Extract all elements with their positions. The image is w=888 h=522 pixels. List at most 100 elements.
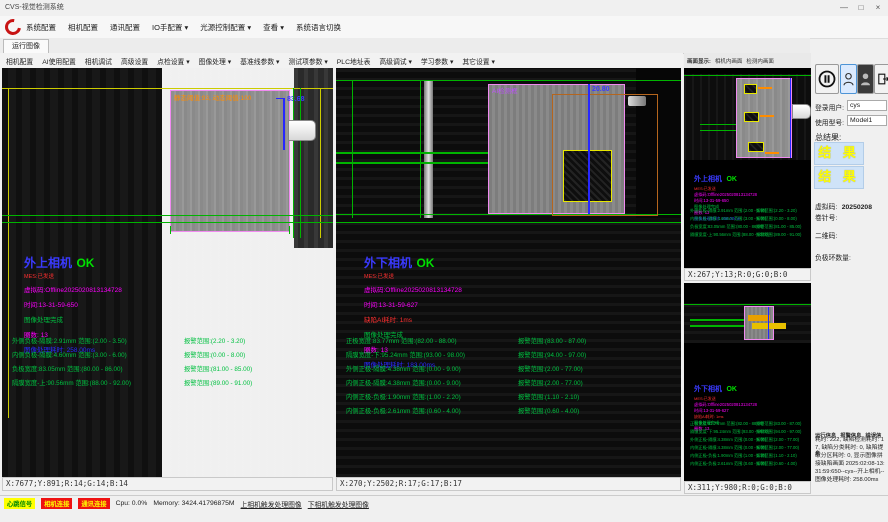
- maximize-icon[interactable]: □: [853, 0, 869, 16]
- measurement-alarm-range: 报警范围:(1.10 - 2.10): [518, 392, 579, 401]
- toolbar-item[interactable]: AI使用配置: [42, 56, 76, 66]
- camera-connection-badge: 相机连接: [41, 498, 72, 509]
- view-display-label: 画面显示:: [687, 57, 711, 65]
- lower-camera-trigger-link[interactable]: 下相机触发处理图像: [308, 499, 369, 509]
- lower-camera-pixel-status: X:270;Y:2502;R:17;G:17;B:17: [336, 477, 681, 491]
- model-select[interactable]: Model1: [847, 115, 887, 126]
- toolbar-item[interactable]: 高级设置: [121, 56, 148, 66]
- close-icon[interactable]: ×: [870, 0, 886, 16]
- upper-camera-view[interactable]: 静态阈值:93, 动态阈值:100 83.68 外上相机 OK MES:已发送 …: [2, 68, 333, 477]
- minimize-icon[interactable]: —: [836, 0, 852, 16]
- model-label: 使用型号:: [815, 117, 844, 127]
- gauge-line: [588, 84, 590, 214]
- ai-box-label: AI检测框: [492, 85, 518, 95]
- measurement-alarm-range: 报警范围:(81.00 - 85.00): [184, 364, 252, 373]
- menu-item[interactable]: 相机配置: [68, 22, 98, 33]
- measurement-alarm-range: 报警范围:(2.20 - 3.20): [756, 208, 797, 214]
- qr-code-label: 二维码:: [815, 230, 837, 240]
- tab-bar: 运行图像: [0, 38, 810, 54]
- defect-label-1: [748, 315, 770, 321]
- ring-count-label: 负极环数量:: [815, 252, 851, 262]
- upper-camera-pixel-status: X:7677;Y:891;R:14;G:14;B:14: [2, 477, 333, 491]
- lower-camera-view[interactable]: AI检测框 20.80 外下相机 OK MES:已发送 虚拟码:Offline2…: [336, 68, 681, 477]
- yellow-guide-line-left: [8, 88, 9, 418]
- measurement-alarm-range: 报警范围:(81.00 - 85.00): [756, 224, 801, 230]
- lower-camera-thumbnail[interactable]: 外下相机 OK MES:已发送 虚拟码:Offline2025020813134…: [684, 283, 811, 481]
- measurement-value: 正极宽度:83.77mm 范围:(82.00 - 88.00): [346, 336, 518, 345]
- upper-thumbnail-pixel-status: X:267;Y:13;R:0;G:0;B:0: [684, 268, 811, 281]
- menu-item[interactable]: 光源控制配置 ▾: [200, 22, 251, 33]
- measurement-value: 内侧正极-隔膜:4.38mm 范围:(0.00 - 9.00): [346, 378, 518, 387]
- toolbar-item[interactable]: 其它设置 ▾: [462, 56, 495, 66]
- electrode-region: [170, 90, 290, 232]
- camera-name: 外上相机: [694, 176, 722, 183]
- toolbar-item[interactable]: 相机调试: [85, 56, 112, 66]
- measurement-row: 外侧负极-隔膜:2.91mm 范围:(2.00 - 3.50) 报警范围:(2.…: [690, 208, 808, 214]
- gauge-line: [283, 98, 285, 150]
- menu-item[interactable]: 系统配置: [26, 22, 56, 33]
- green-line-2: [700, 130, 736, 131]
- measurement-alarm-range: 报警范围:(2.20 - 3.20): [184, 336, 245, 345]
- measurement-row: 隔膜宽度-上:90.56mm 范围:(88.00 - 92.00) 报警范围:(…: [12, 378, 327, 387]
- upper-camera-thumbnail[interactable]: 外上相机 OK MES:已发送 虚拟码:Offline2025020813134…: [684, 68, 811, 268]
- measurement-row: 隔膜宽度-下:95.24mm 范围:(93.00 - 98.00) 报警范围:(…: [346, 350, 681, 359]
- measurement-row: 内侧正极-负极:2.61mm 范围:(0.60 - 4.00) 报警范围:(0.…: [346, 406, 681, 415]
- reflection-spot: [628, 96, 646, 106]
- view-option-detect[interactable]: 检测内画面: [746, 57, 774, 65]
- measurement-value: 内侧负极-隔膜:4.60mm 范围:(3.00 - 6.00): [690, 216, 756, 222]
- measurement-row: 内侧正极-负极:2.61mm 范围:(0.60 - 4.00) 报警范围:(0.…: [690, 461, 808, 467]
- menu-item[interactable]: IO手配置 ▾: [152, 22, 188, 33]
- menu-item[interactable]: 查看 ▾: [263, 22, 284, 33]
- annotation-box-3: [748, 142, 764, 152]
- menu-item[interactable]: 系统语言切换: [296, 22, 341, 33]
- green-top-line: [684, 75, 811, 76]
- toolbar-item[interactable]: 测试项参数 ▾: [288, 56, 327, 66]
- operator-icon: [860, 72, 871, 86]
- toolbar-item[interactable]: 图像处理 ▾: [199, 56, 232, 66]
- menu-item[interactable]: 通讯配置: [110, 22, 140, 33]
- measurement-value: 外侧正极-隔膜:4.38mm 范围:(0.00 - 9.00): [690, 437, 756, 443]
- green-line-1: [690, 319, 744, 321]
- toolbar-item[interactable]: 高级调试 ▾: [379, 56, 412, 66]
- measurement-alarm-range: 报警范围:(0.00 - 8.00): [756, 216, 797, 222]
- user-login-button[interactable]: [840, 64, 857, 94]
- capture-time: 时间:13-31-59-650: [24, 299, 122, 309]
- toolbar-item[interactable]: PLC地址表: [337, 56, 371, 66]
- process-done: 图像处理完成: [24, 314, 122, 324]
- pause-button[interactable]: [815, 64, 839, 94]
- measurement-alarm-range: 报警范围:(0.60 - 4.00): [518, 406, 579, 415]
- measurement-row: 正极宽度:83.77mm 范围:(82.00 - 88.00) 报警范围:(83…: [690, 421, 808, 427]
- measurement-alarm-range: 报警范围:(83.00 - 87.00): [518, 336, 586, 345]
- toolbar-item[interactable]: 点检设置 ▾: [157, 56, 190, 66]
- measurement-value: 隔膜宽度-下:95.24mm 范围:(93.00 - 98.00): [346, 350, 518, 359]
- toolbar-item[interactable]: 基准线参数 ▾: [240, 56, 279, 66]
- annotation-mark-1: [758, 87, 772, 89]
- measurement-alarm-range: 报警范围:(94.00 - 97.00): [756, 429, 801, 435]
- toolbar-item[interactable]: 学习参数 ▾: [421, 56, 454, 66]
- annotation-mark-3: [765, 152, 779, 154]
- blue-edge-line: [790, 78, 791, 158]
- measurement-row: 外侧负极-隔膜:2.91mm 范围:(2.00 - 3.50) 报警范围:(2.…: [12, 336, 327, 345]
- log-message[interactable]: 耗时: 222, 缺陷检测耗时: 17, 缺陷分类耗时: 0, 缺陷提取分区耗时…: [815, 436, 887, 496]
- green-baseline-1: [2, 215, 333, 216]
- view-option-camera[interactable]: 相机内画面: [715, 57, 743, 65]
- virtual-code-value: 20250208: [842, 204, 872, 211]
- capture-time: 时间:13-31-59-627: [364, 299, 462, 309]
- measurement-value: 内侧正极-负极:1.90mm 范围:(1.00 - 2.20): [346, 392, 518, 401]
- login-user-field[interactable]: cys: [847, 100, 887, 111]
- camera-result-ok: OK: [76, 256, 94, 270]
- result-badge-upper: 结 果: [814, 142, 864, 165]
- tab-run-image[interactable]: 运行图像: [3, 39, 49, 54]
- camera-name: 外下相机: [694, 386, 722, 393]
- exit-button[interactable]: [874, 64, 888, 94]
- measurement-alarm-range: 报警范围:(89.00 - 91.00): [756, 232, 801, 238]
- toolbar-item[interactable]: 相机配置: [6, 56, 33, 66]
- green-vertical-1: [352, 80, 353, 218]
- operator-button[interactable]: [857, 64, 874, 94]
- measurement-alarm-range: 报警范围:(2.00 - 77.00): [756, 445, 799, 451]
- measurement-alarm-range: 报警范围:(0.00 - 8.00): [184, 350, 245, 359]
- annotation-box-1: [744, 84, 757, 94]
- bright-strip: [424, 80, 433, 218]
- upper-camera-trigger-link[interactable]: 上相机触发处理图像: [241, 499, 302, 509]
- measurement-row: 隔膜宽度-下:95.24mm 范围:(93.00 - 98.00) 报警范围:(…: [690, 429, 808, 435]
